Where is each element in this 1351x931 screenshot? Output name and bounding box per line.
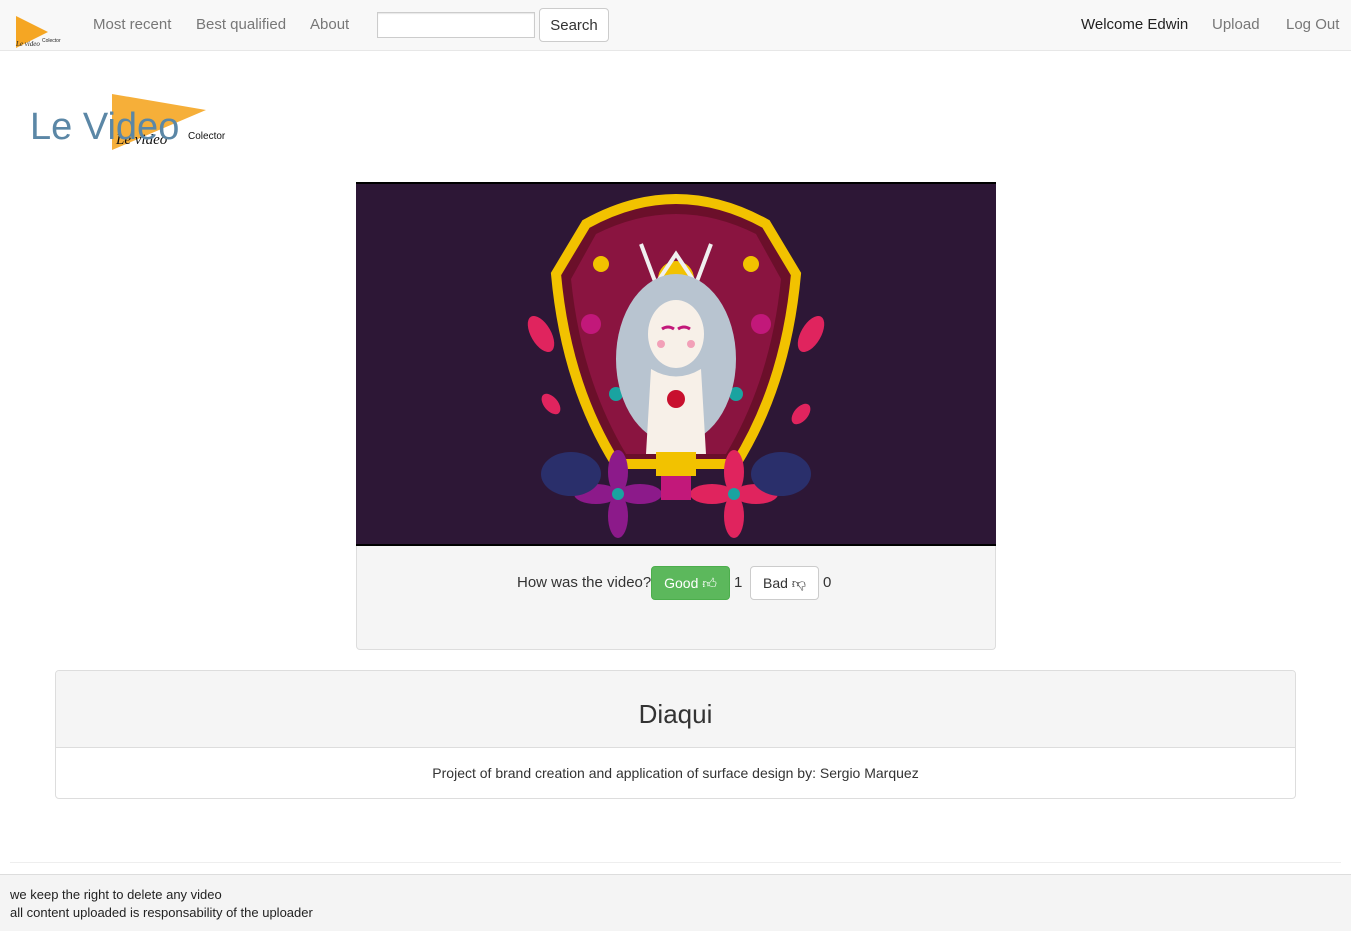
video-description: Project of brand creation and applicatio… bbox=[432, 765, 919, 781]
good-label: Good bbox=[664, 574, 699, 591]
good-button[interactable]: Good 👍︎ bbox=[651, 566, 730, 600]
svg-text:Colector: Colector bbox=[42, 38, 61, 44]
video-player[interactable] bbox=[356, 182, 996, 546]
thumbs-up-icon: 👍︎ bbox=[702, 574, 717, 591]
rating-panel: How was the video? Good 👍︎ 1 Bad 👎︎ 0 bbox=[356, 546, 996, 650]
good-count: 1 bbox=[734, 574, 743, 591]
brand-title: Le Video bbox=[30, 106, 180, 148]
footer-line-2: all content uploaded is responsability o… bbox=[10, 905, 313, 920]
video-thumbnail bbox=[356, 184, 996, 544]
bad-button[interactable]: Bad 👎︎ bbox=[750, 566, 819, 600]
video-info-header: Diaqui bbox=[56, 671, 1295, 748]
nav-logout[interactable]: Log Out bbox=[1286, 16, 1339, 33]
bad-label: Bad bbox=[762, 574, 788, 591]
welcome-user[interactable]: Welcome Edwin bbox=[1081, 16, 1188, 33]
footer-line-1: we keep the right to delete any video bbox=[10, 887, 222, 902]
video-info-panel: Diaqui Project of brand creation and app… bbox=[55, 670, 1296, 799]
site-logo[interactable]: Le video Colector bbox=[12, 14, 66, 50]
rating-question: How was the video? bbox=[517, 574, 652, 591]
video-title: Diaqui bbox=[638, 699, 713, 729]
content-divider bbox=[10, 862, 1341, 865]
svg-text:Le video: Le video bbox=[15, 40, 40, 48]
search-button[interactable]: Search bbox=[539, 8, 609, 42]
nav-about[interactable]: About bbox=[310, 16, 349, 33]
nav-upload[interactable]: Upload bbox=[1212, 16, 1260, 33]
search-input[interactable] bbox=[377, 12, 535, 38]
top-navbar: Le video Colector Most recent Best quali… bbox=[0, 0, 1351, 51]
thumbs-down-icon: 👎︎ bbox=[791, 574, 807, 591]
brand-logo-small: Colector bbox=[188, 131, 226, 142]
page-footer: we keep the right to delete any video al… bbox=[0, 874, 1351, 931]
brand-header: Le video Colector Le Video bbox=[30, 92, 260, 152]
bad-count: 0 bbox=[823, 574, 832, 591]
nav-best-qualified[interactable]: Best qualified bbox=[196, 16, 286, 33]
nav-most-recent[interactable]: Most recent bbox=[93, 16, 171, 33]
